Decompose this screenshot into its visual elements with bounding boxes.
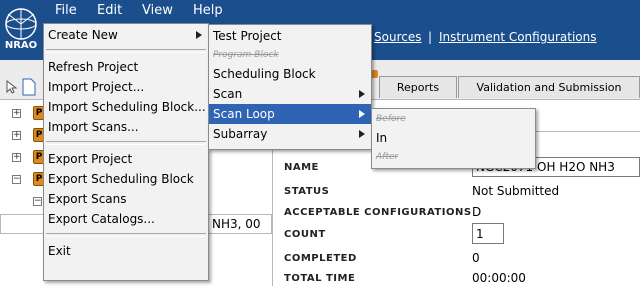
acceptable-configurations-value: D	[472, 205, 482, 219]
menu-separator	[46, 49, 206, 53]
menu-item-subarray-label: Subarray	[213, 127, 268, 141]
completed-label: COMPLETED	[284, 253, 357, 264]
submenu-arrow-icon	[196, 31, 202, 39]
menu-item-scan-loop-label: Scan Loop	[213, 107, 275, 121]
count-field[interactable]: 1	[472, 223, 504, 244]
tree-collapse-icon[interactable]: −	[33, 197, 42, 206]
completed-value: 0	[472, 251, 480, 265]
menu-item-import-scans[interactable]: Import Scans...	[44, 117, 208, 137]
menu-file[interactable]: File	[55, 3, 77, 19]
tab-reports[interactable]: Reports	[379, 76, 457, 98]
nav-link-instrument-configurations[interactable]: Instrument Configurations	[439, 30, 596, 44]
submenu-arrow-icon	[359, 90, 365, 98]
menu-item-before: Before	[376, 114, 406, 124]
menu-separator	[46, 233, 206, 237]
tree-expand-icon[interactable]: +	[12, 131, 21, 140]
create-new-submenu: Test Project Program Block Scheduling Bl…	[208, 24, 372, 150]
name-label: NAME	[284, 162, 319, 173]
status-value: Not Submitted	[472, 184, 560, 198]
menu-item-create-new[interactable]: Create New	[44, 25, 208, 45]
menu-view[interactable]: View	[142, 3, 173, 19]
menu-item-subarray[interactable]: Subarray	[209, 124, 371, 144]
status-label: STATUS	[284, 186, 330, 197]
menu-item-export-project[interactable]: Export Project	[44, 149, 208, 169]
submenu-arrow-icon	[359, 130, 365, 138]
menu-item-scan[interactable]: Scan	[209, 84, 371, 104]
tab-validation-and-submission[interactable]: Validation and Submission	[458, 76, 640, 98]
tree-collapse-icon[interactable]: −	[12, 175, 21, 184]
menu-separator	[46, 141, 206, 145]
count-label: COUNT	[284, 229, 326, 240]
menu-item-program-block: Program Block	[213, 50, 279, 60]
menu-item-scheduling-block[interactable]: Scheduling Block	[209, 64, 371, 84]
document-icon[interactable]	[22, 78, 36, 96]
total-time-value: 00:00:00	[472, 271, 526, 285]
menu-help[interactable]: Help	[193, 3, 223, 19]
pointer-icon[interactable]	[6, 79, 18, 94]
menu-item-scan-label: Scan	[213, 87, 243, 101]
menu-item-import-scheduling-block[interactable]: Import Scheduling Block...	[44, 97, 208, 117]
menu-item-import-project[interactable]: Import Project...	[44, 77, 208, 97]
menu-item-scan-loop[interactable]: Scan Loop	[209, 104, 371, 124]
acceptable-configurations-label: ACCEPTABLE CONFIGURATIONS	[284, 207, 472, 218]
nav-separator: |	[428, 30, 433, 44]
menu-item-after: After	[376, 152, 399, 162]
total-time-label: TOTAL TIME	[284, 273, 356, 284]
nav-link-sources[interactable]: Sources	[374, 30, 421, 44]
tree-item-label: NH3, 00	[212, 217, 261, 231]
tree-expand-icon[interactable]: +	[12, 109, 21, 118]
menu-item-export-scans[interactable]: Export Scans	[44, 189, 208, 209]
menu-item-test-project[interactable]: Test Project	[209, 26, 371, 46]
menu-edit[interactable]: Edit	[97, 3, 122, 19]
logo-text: NRAO	[4, 40, 38, 51]
menu-item-export-scheduling-block[interactable]: Export Scheduling Block	[44, 169, 208, 189]
nrao-logo: NRAO	[2, 4, 40, 52]
scan-loop-submenu: Before In After	[371, 108, 536, 169]
menu-item-export-catalogs[interactable]: Export Catalogs...	[44, 209, 208, 229]
menu-item-create-new-label: Create New	[48, 28, 118, 42]
submenu-arrow-icon	[359, 110, 365, 118]
file-menu: Create New Refresh Project Import Projec…	[43, 23, 209, 281]
count-value: 1	[476, 227, 484, 241]
tree-expand-icon[interactable]: +	[12, 153, 21, 162]
menu-item-in[interactable]: In	[372, 128, 535, 148]
menu-item-exit[interactable]: Exit	[44, 241, 208, 261]
menu-item-refresh-project[interactable]: Refresh Project	[44, 57, 208, 77]
